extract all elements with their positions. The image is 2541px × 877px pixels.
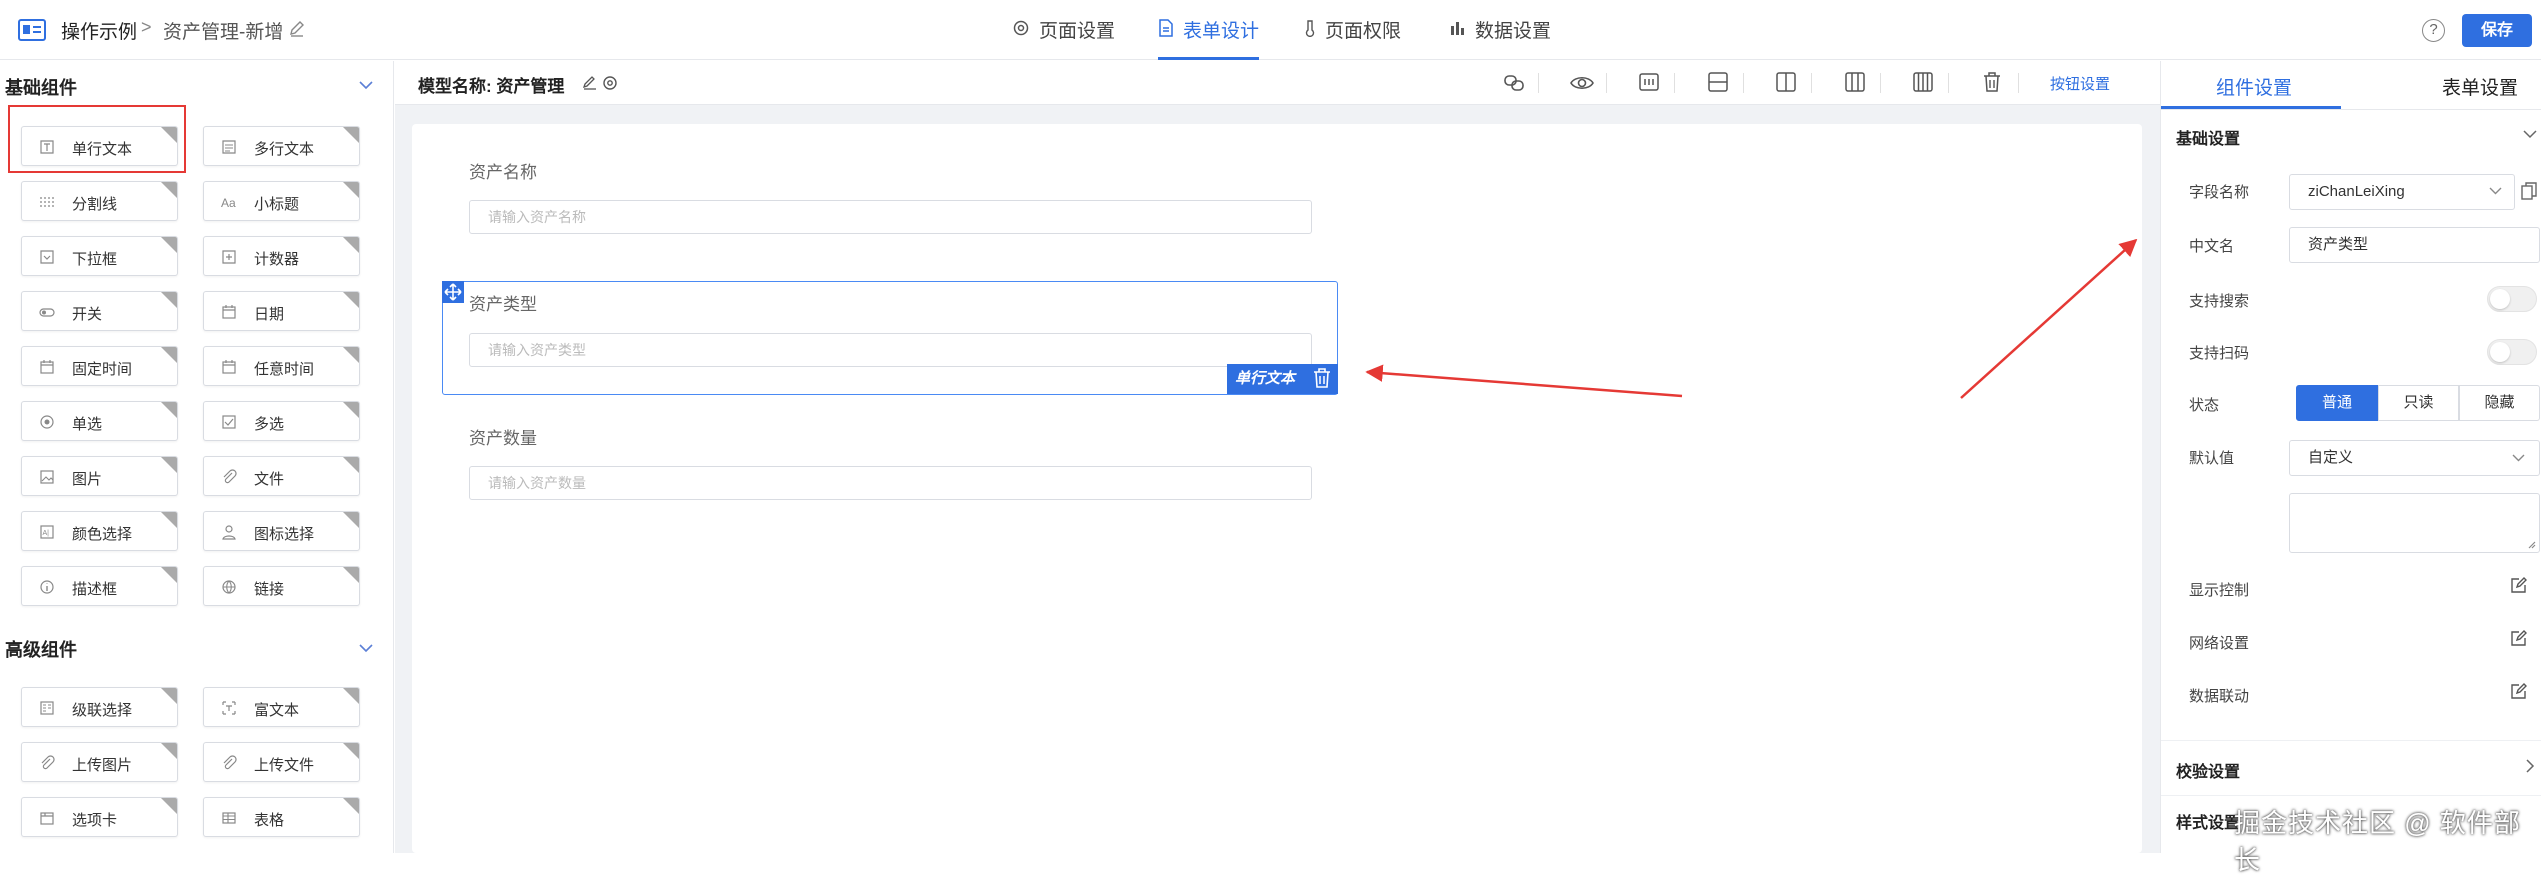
- status-label: 状态: [2189, 397, 2220, 414]
- chevron-down-icon: [2512, 454, 2525, 462]
- default-value-select[interactable]: 自定义: [2289, 440, 2540, 476]
- tab-form-settings[interactable]: 表单设置: [2442, 73, 2518, 100]
- chevron-down-icon: [2489, 187, 2502, 195]
- support-search-toggle[interactable]: [2487, 286, 2537, 312]
- style-settings-title[interactable]: 样式设置: [2176, 809, 2240, 833]
- edit-display-control-icon[interactable]: [2510, 576, 2528, 594]
- field-name-value: ziChanLeiXing: [2308, 183, 2405, 200]
- cn-name-input[interactable]: 资产类型: [2289, 227, 2540, 263]
- validation-settings-title[interactable]: 校验设置: [2176, 758, 2240, 782]
- resize-handle-icon[interactable]: [2527, 540, 2536, 549]
- data-linkage-label: 数据联动: [2189, 688, 2250, 705]
- basic-settings-title[interactable]: 基础设置: [2176, 125, 2240, 149]
- display-control-label: 显示控制: [2189, 582, 2250, 599]
- cn-name-label: 中文名: [2189, 238, 2235, 255]
- status-option-hidden[interactable]: 隐藏: [2459, 385, 2540, 421]
- default-value-textarea[interactable]: [2289, 493, 2540, 553]
- grid-settings-label: 网络设置: [2189, 635, 2250, 652]
- edit-grid-settings-icon[interactable]: [2510, 629, 2528, 647]
- active-tab-indicator: [2161, 106, 2341, 109]
- support-search-label: 支持搜索: [2189, 293, 2250, 310]
- status-option-readonly[interactable]: 只读: [2378, 385, 2459, 421]
- copy-icon[interactable]: [2521, 182, 2537, 200]
- support-scan-toggle[interactable]: [2487, 339, 2537, 365]
- default-value-label: 默认值: [2189, 450, 2235, 467]
- field-name-select[interactable]: ziChanLeiXing: [2289, 174, 2515, 210]
- edit-data-linkage-icon[interactable]: [2510, 682, 2528, 700]
- default-value: 自定义: [2308, 449, 2354, 466]
- status-option-normal[interactable]: 普通: [2296, 385, 2378, 421]
- field-name-label: 字段名称: [2189, 184, 2250, 201]
- chevron-down-icon[interactable]: [2523, 130, 2537, 139]
- chevron-right-icon[interactable]: [2526, 759, 2535, 773]
- tab-component-settings[interactable]: 组件设置: [2216, 73, 2292, 100]
- support-scan-label: 支持扫码: [2189, 345, 2250, 362]
- watermark: 掘金技术社区 @ 软件部长: [2234, 808, 2521, 875]
